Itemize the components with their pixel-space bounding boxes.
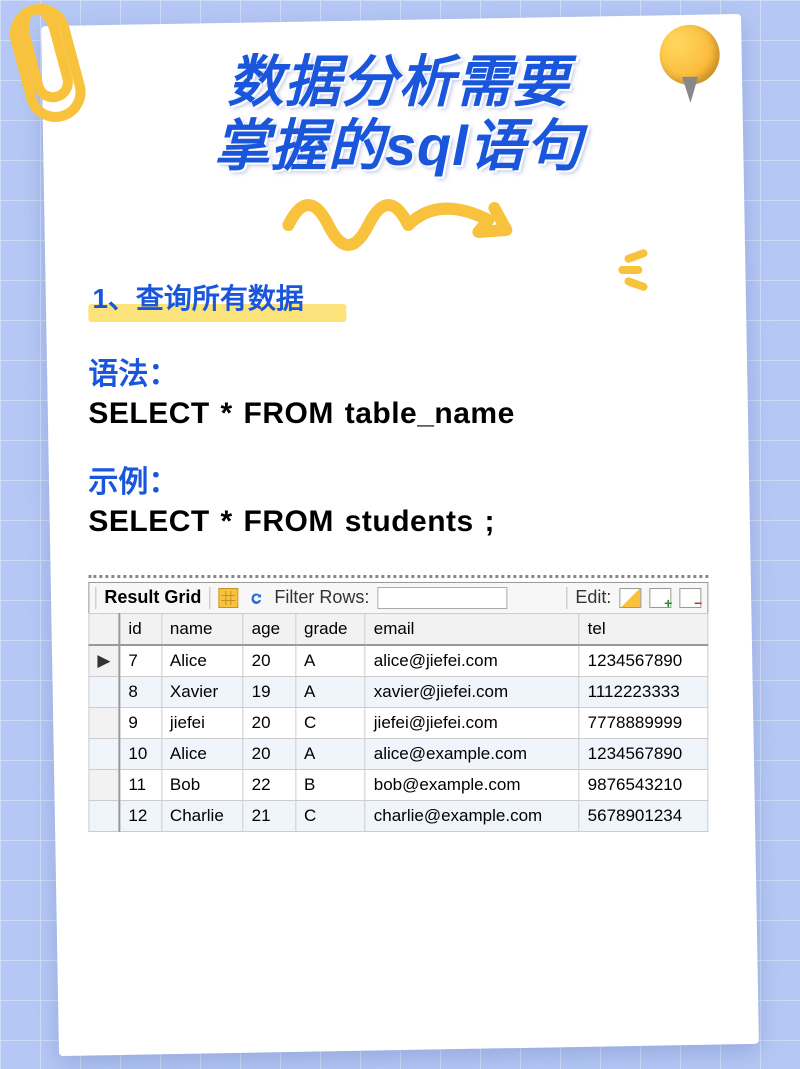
- row-pointer[interactable]: [89, 676, 120, 707]
- syntax-label: 语法：: [88, 349, 708, 393]
- table-row[interactable]: 12Charlie21Ccharlie@example.com567890123…: [89, 800, 708, 831]
- example-code: SELECT * FROM students ;: [88, 505, 708, 539]
- cell-email[interactable]: alice@example.com: [365, 738, 579, 769]
- cell-tel[interactable]: 1112223333: [579, 676, 708, 707]
- result-grid-panel: Result Grid Filter Rows: Edit:: [88, 575, 708, 832]
- cell-tel[interactable]: 1234567890: [579, 738, 708, 769]
- cell-email[interactable]: bob@example.com: [365, 769, 579, 800]
- row-selector-header: [89, 613, 120, 645]
- swirl-icon: [268, 185, 528, 255]
- table-row[interactable]: 9jiefei20Cjiefei@jiefei.com7778889999: [89, 707, 708, 738]
- title-line-1: 数据分析需要: [227, 50, 569, 113]
- row-pointer[interactable]: [89, 769, 120, 800]
- syntax-code: SELECT * FROM table_name: [88, 397, 708, 431]
- page-title: 数据分析需要 掌握的sql语句: [88, 50, 708, 179]
- cell-tel[interactable]: 9876543210: [579, 769, 708, 800]
- cell-id[interactable]: 12: [119, 800, 161, 831]
- cell-name[interactable]: Xavier: [161, 676, 243, 707]
- result-toolbar: Result Grid Filter Rows: Edit:: [88, 582, 708, 613]
- cell-age[interactable]: 22: [243, 769, 295, 800]
- result-table: id name age grade email tel ▶7Alice20Aal…: [88, 613, 708, 832]
- thumbtack-icon: [651, 24, 732, 105]
- cell-grade[interactable]: B: [295, 769, 365, 800]
- table-row[interactable]: 11Bob22Bbob@example.com9876543210: [89, 769, 708, 800]
- refresh-icon[interactable]: [246, 588, 266, 608]
- cell-age[interactable]: 21: [243, 800, 295, 831]
- cell-grade[interactable]: A: [295, 676, 365, 707]
- cell-age[interactable]: 20: [243, 707, 295, 738]
- filter-rows-input[interactable]: [377, 587, 507, 609]
- section-title: 查询所有数据: [136, 283, 304, 314]
- cell-grade[interactable]: C: [295, 800, 365, 831]
- cell-email[interactable]: alice@jiefei.com: [365, 645, 579, 677]
- col-id[interactable]: id: [119, 613, 161, 645]
- col-tel[interactable]: tel: [579, 613, 708, 645]
- cell-name[interactable]: Charlie: [161, 800, 243, 831]
- col-grade[interactable]: grade: [295, 613, 365, 645]
- cell-email[interactable]: xavier@jiefei.com: [365, 676, 579, 707]
- section-heading: 1、查询所有数据: [88, 275, 316, 319]
- col-age[interactable]: age: [243, 613, 295, 645]
- cell-id[interactable]: 7: [119, 645, 161, 677]
- table-row[interactable]: 8Xavier19Axavier@jiefei.com1112223333: [89, 676, 708, 707]
- table-row[interactable]: 10Alice20Aalice@example.com1234567890: [89, 738, 708, 769]
- cell-grade[interactable]: A: [295, 645, 365, 677]
- edit-row-icon[interactable]: [619, 588, 641, 608]
- cell-age[interactable]: 20: [243, 738, 295, 769]
- delete-row-icon[interactable]: [679, 588, 701, 608]
- section-number: 1、: [92, 283, 136, 314]
- cell-tel[interactable]: 7778889999: [579, 707, 708, 738]
- cell-grade[interactable]: A: [295, 738, 365, 769]
- cell-grade[interactable]: C: [295, 707, 365, 738]
- cell-id[interactable]: 11: [119, 769, 161, 800]
- title-line-2: 掌握的sql语句: [214, 114, 583, 177]
- add-row-icon[interactable]: [649, 588, 671, 608]
- cell-id[interactable]: 9: [119, 707, 161, 738]
- cell-tel[interactable]: 1234567890: [579, 645, 708, 677]
- cell-name[interactable]: jiefei: [161, 707, 243, 738]
- cell-id[interactable]: 8: [119, 676, 161, 707]
- cell-age[interactable]: 20: [243, 645, 295, 677]
- result-grid-label: Result Grid: [104, 587, 201, 608]
- spark-icon: [618, 250, 658, 300]
- row-pointer[interactable]: [89, 738, 120, 769]
- col-email[interactable]: email: [365, 613, 579, 645]
- cell-age[interactable]: 19: [243, 676, 295, 707]
- cell-id[interactable]: 10: [119, 738, 161, 769]
- cell-email[interactable]: jiefei@jiefei.com: [365, 707, 579, 738]
- grid-icon[interactable]: [218, 588, 238, 608]
- row-pointer[interactable]: [89, 707, 120, 738]
- cell-name[interactable]: Alice: [161, 738, 243, 769]
- cell-email[interactable]: charlie@example.com: [365, 800, 579, 831]
- table-row[interactable]: ▶7Alice20Aalice@jiefei.com1234567890: [89, 645, 708, 677]
- cell-name[interactable]: Bob: [161, 769, 243, 800]
- filter-rows-label: Filter Rows:: [274, 587, 369, 608]
- cell-tel[interactable]: 5678901234: [579, 800, 708, 831]
- cell-name[interactable]: Alice: [161, 645, 243, 677]
- example-label: 示例：: [88, 457, 708, 501]
- col-name[interactable]: name: [161, 613, 243, 645]
- row-pointer[interactable]: ▶: [89, 645, 120, 677]
- row-pointer[interactable]: [89, 800, 120, 831]
- note-card: 数据分析需要 掌握的sql语句 1、查询所有数据 语法： SELECT * FR…: [41, 14, 759, 1056]
- edit-label: Edit:: [575, 587, 611, 608]
